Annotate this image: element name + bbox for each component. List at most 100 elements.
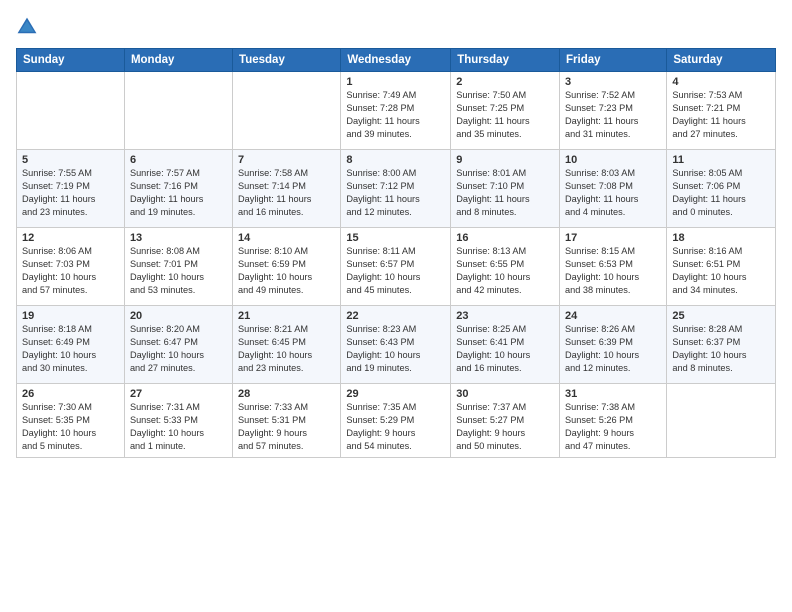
day-info: Sunrise: 8:28 AM Sunset: 6:37 PM Dayligh… [672,323,770,375]
calendar-cell: 30Sunrise: 7:37 AM Sunset: 5:27 PM Dayli… [451,384,560,458]
day-number: 5 [22,154,119,166]
weekday-header: Friday [560,49,667,72]
weekday-header: Thursday [451,49,560,72]
day-info: Sunrise: 8:20 AM Sunset: 6:47 PM Dayligh… [130,323,227,375]
day-info: Sunrise: 7:50 AM Sunset: 7:25 PM Dayligh… [456,89,554,141]
calendar-cell [124,72,232,150]
calendar-cell: 25Sunrise: 8:28 AM Sunset: 6:37 PM Dayli… [667,306,776,384]
day-number: 25 [672,310,770,322]
day-number: 7 [238,154,335,166]
day-number: 28 [238,388,335,400]
calendar-cell: 22Sunrise: 8:23 AM Sunset: 6:43 PM Dayli… [341,306,451,384]
day-number: 15 [346,232,445,244]
calendar-cell: 29Sunrise: 7:35 AM Sunset: 5:29 PM Dayli… [341,384,451,458]
calendar-cell: 3Sunrise: 7:52 AM Sunset: 7:23 PM Daylig… [560,72,667,150]
calendar-cell: 13Sunrise: 8:08 AM Sunset: 7:01 PM Dayli… [124,228,232,306]
calendar-cell: 28Sunrise: 7:33 AM Sunset: 5:31 PM Dayli… [233,384,341,458]
day-number: 24 [565,310,661,322]
day-info: Sunrise: 8:21 AM Sunset: 6:45 PM Dayligh… [238,323,335,375]
day-number: 12 [22,232,119,244]
day-info: Sunrise: 7:49 AM Sunset: 7:28 PM Dayligh… [346,89,445,141]
logo-icon [16,16,38,38]
calendar-cell: 4Sunrise: 7:53 AM Sunset: 7:21 PM Daylig… [667,72,776,150]
calendar-cell: 14Sunrise: 8:10 AM Sunset: 6:59 PM Dayli… [233,228,341,306]
calendar-week-row: 12Sunrise: 8:06 AM Sunset: 7:03 PM Dayli… [17,228,776,306]
weekday-header: Saturday [667,49,776,72]
calendar-cell: 31Sunrise: 7:38 AM Sunset: 5:26 PM Dayli… [560,384,667,458]
day-number: 6 [130,154,227,166]
calendar-cell [17,72,125,150]
day-number: 4 [672,76,770,88]
page: SundayMondayTuesdayWednesdayThursdayFrid… [0,0,792,612]
day-info: Sunrise: 8:03 AM Sunset: 7:08 PM Dayligh… [565,167,661,219]
day-number: 22 [346,310,445,322]
calendar-cell: 21Sunrise: 8:21 AM Sunset: 6:45 PM Dayli… [233,306,341,384]
calendar-cell: 8Sunrise: 8:00 AM Sunset: 7:12 PM Daylig… [341,150,451,228]
calendar-cell: 11Sunrise: 8:05 AM Sunset: 7:06 PM Dayli… [667,150,776,228]
logo [16,16,42,38]
day-info: Sunrise: 7:38 AM Sunset: 5:26 PM Dayligh… [565,401,661,453]
day-info: Sunrise: 7:55 AM Sunset: 7:19 PM Dayligh… [22,167,119,219]
day-number: 30 [456,388,554,400]
day-number: 9 [456,154,554,166]
day-info: Sunrise: 7:35 AM Sunset: 5:29 PM Dayligh… [346,401,445,453]
calendar-cell: 26Sunrise: 7:30 AM Sunset: 5:35 PM Dayli… [17,384,125,458]
header [16,16,776,38]
day-info: Sunrise: 8:18 AM Sunset: 6:49 PM Dayligh… [22,323,119,375]
day-info: Sunrise: 8:01 AM Sunset: 7:10 PM Dayligh… [456,167,554,219]
weekday-header: Tuesday [233,49,341,72]
day-number: 26 [22,388,119,400]
day-info: Sunrise: 7:52 AM Sunset: 7:23 PM Dayligh… [565,89,661,141]
day-number: 10 [565,154,661,166]
calendar-cell: 17Sunrise: 8:15 AM Sunset: 6:53 PM Dayli… [560,228,667,306]
day-number: 20 [130,310,227,322]
day-info: Sunrise: 8:26 AM Sunset: 6:39 PM Dayligh… [565,323,661,375]
calendar-cell: 2Sunrise: 7:50 AM Sunset: 7:25 PM Daylig… [451,72,560,150]
calendar-cell: 20Sunrise: 8:20 AM Sunset: 6:47 PM Dayli… [124,306,232,384]
day-info: Sunrise: 7:31 AM Sunset: 5:33 PM Dayligh… [130,401,227,453]
day-info: Sunrise: 7:37 AM Sunset: 5:27 PM Dayligh… [456,401,554,453]
day-info: Sunrise: 8:11 AM Sunset: 6:57 PM Dayligh… [346,245,445,297]
calendar-cell: 7Sunrise: 7:58 AM Sunset: 7:14 PM Daylig… [233,150,341,228]
day-number: 16 [456,232,554,244]
calendar-cell: 12Sunrise: 8:06 AM Sunset: 7:03 PM Dayli… [17,228,125,306]
calendar-week-row: 5Sunrise: 7:55 AM Sunset: 7:19 PM Daylig… [17,150,776,228]
weekday-header: Wednesday [341,49,451,72]
calendar-week-row: 1Sunrise: 7:49 AM Sunset: 7:28 PM Daylig… [17,72,776,150]
calendar-cell: 18Sunrise: 8:16 AM Sunset: 6:51 PM Dayli… [667,228,776,306]
calendar-cell: 9Sunrise: 8:01 AM Sunset: 7:10 PM Daylig… [451,150,560,228]
calendar-cell: 24Sunrise: 8:26 AM Sunset: 6:39 PM Dayli… [560,306,667,384]
day-info: Sunrise: 7:58 AM Sunset: 7:14 PM Dayligh… [238,167,335,219]
calendar-cell: 27Sunrise: 7:31 AM Sunset: 5:33 PM Dayli… [124,384,232,458]
day-info: Sunrise: 8:25 AM Sunset: 6:41 PM Dayligh… [456,323,554,375]
calendar-table: SundayMondayTuesdayWednesdayThursdayFrid… [16,48,776,458]
weekday-header: Sunday [17,49,125,72]
day-number: 31 [565,388,661,400]
day-number: 3 [565,76,661,88]
day-info: Sunrise: 7:53 AM Sunset: 7:21 PM Dayligh… [672,89,770,141]
day-number: 17 [565,232,661,244]
day-info: Sunrise: 8:13 AM Sunset: 6:55 PM Dayligh… [456,245,554,297]
day-info: Sunrise: 8:06 AM Sunset: 7:03 PM Dayligh… [22,245,119,297]
day-number: 13 [130,232,227,244]
calendar-cell: 6Sunrise: 7:57 AM Sunset: 7:16 PM Daylig… [124,150,232,228]
calendar-week-row: 26Sunrise: 7:30 AM Sunset: 5:35 PM Dayli… [17,384,776,458]
day-number: 18 [672,232,770,244]
day-info: Sunrise: 7:30 AM Sunset: 5:35 PM Dayligh… [22,401,119,453]
day-info: Sunrise: 7:57 AM Sunset: 7:16 PM Dayligh… [130,167,227,219]
weekday-header: Monday [124,49,232,72]
day-number: 11 [672,154,770,166]
day-number: 1 [346,76,445,88]
day-number: 14 [238,232,335,244]
day-number: 2 [456,76,554,88]
calendar-cell: 23Sunrise: 8:25 AM Sunset: 6:41 PM Dayli… [451,306,560,384]
day-info: Sunrise: 8:10 AM Sunset: 6:59 PM Dayligh… [238,245,335,297]
calendar-cell [667,384,776,458]
day-number: 8 [346,154,445,166]
day-info: Sunrise: 8:15 AM Sunset: 6:53 PM Dayligh… [565,245,661,297]
day-number: 27 [130,388,227,400]
day-info: Sunrise: 8:08 AM Sunset: 7:01 PM Dayligh… [130,245,227,297]
day-info: Sunrise: 8:23 AM Sunset: 6:43 PM Dayligh… [346,323,445,375]
calendar-cell: 16Sunrise: 8:13 AM Sunset: 6:55 PM Dayli… [451,228,560,306]
calendar-cell: 5Sunrise: 7:55 AM Sunset: 7:19 PM Daylig… [17,150,125,228]
